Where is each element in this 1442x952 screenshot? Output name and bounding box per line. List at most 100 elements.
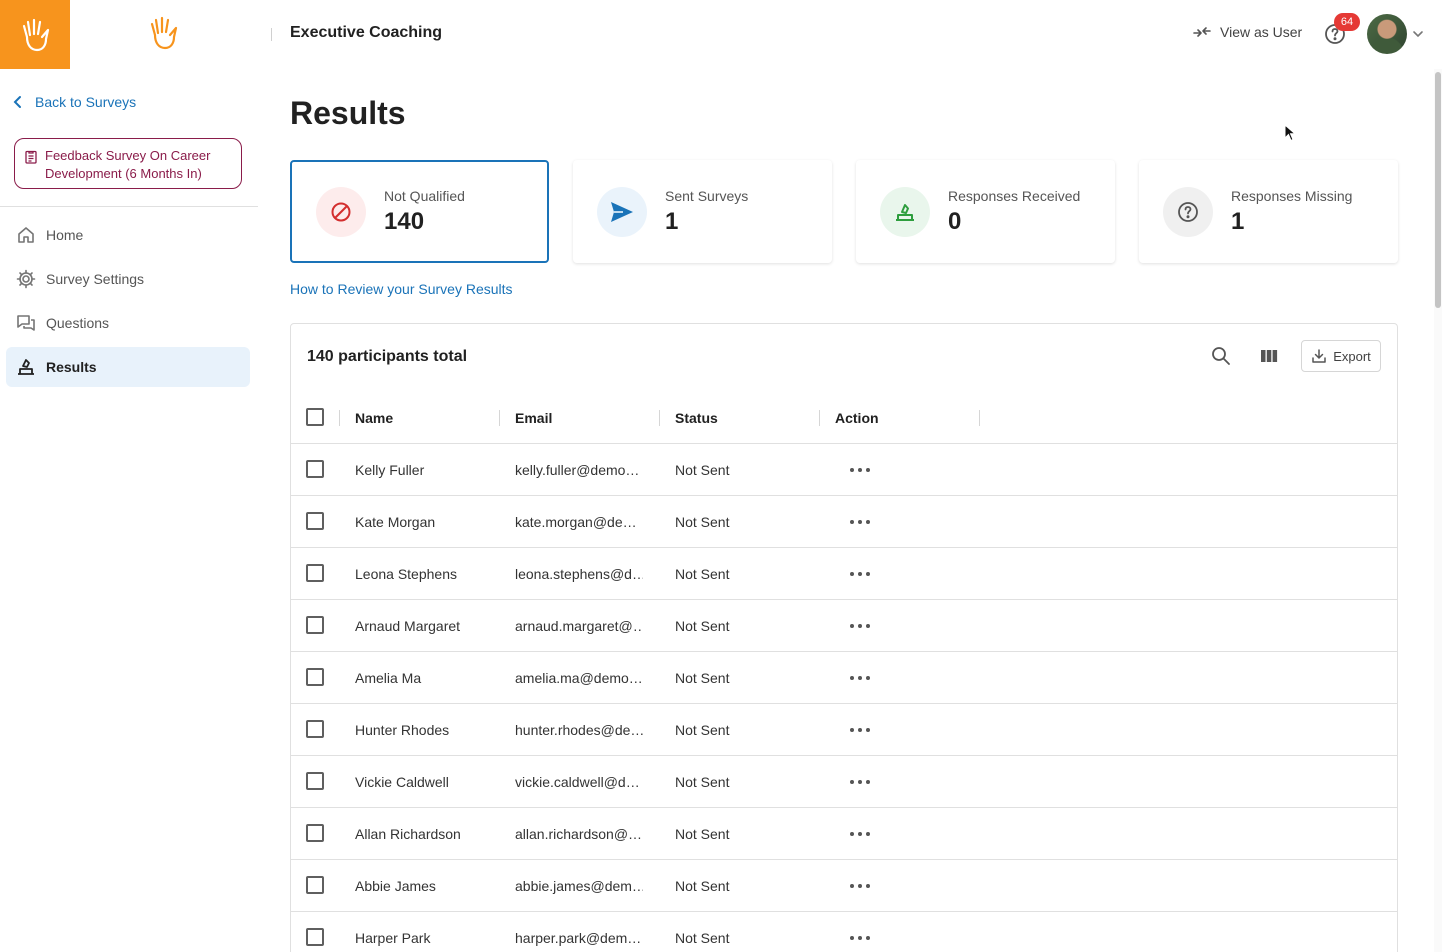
row-checkbox[interactable]	[306, 512, 324, 530]
header-divider	[271, 28, 272, 41]
column-header-status[interactable]: Status	[675, 392, 815, 444]
back-to-surveys-label: Back to Surveys	[35, 94, 137, 110]
column-header-action: Action	[835, 410, 879, 426]
participant-name: Arnaud Margaret	[355, 618, 461, 634]
app-title: Executive Coaching	[290, 24, 443, 41]
stat-icon-wrap	[1163, 186, 1213, 237]
sidebar-item-home[interactable]: Home	[6, 215, 250, 255]
participant-name: Hunter Rhodes	[355, 722, 450, 738]
brand-logo[interactable]	[146, 15, 180, 51]
table-row[interactable]: Leona Stephens leona.stephens@d… Not Sent	[291, 548, 1397, 600]
participant-email: hunter.rhodes@de…	[515, 722, 643, 738]
more-dots-icon	[850, 676, 854, 680]
participant-email: abbie.james@dem…	[515, 878, 643, 894]
sidebar-item-questions[interactable]: Questions	[6, 303, 250, 343]
row-actions-button[interactable]	[850, 931, 870, 945]
row-actions-button[interactable]	[850, 619, 870, 633]
sidebar-item-label: Survey Settings	[46, 271, 145, 287]
blocked-icon	[331, 202, 351, 221]
row-actions-button[interactable]	[850, 879, 870, 893]
user-menu-button[interactable]	[1411, 27, 1425, 41]
sidebar-divider	[0, 206, 258, 207]
participant-name: Kelly Fuller	[355, 462, 425, 478]
survey-name-pill[interactable]: Feedback Survey On Career Development (6…	[14, 138, 242, 189]
more-dots-icon	[866, 936, 870, 940]
sidebar-item-results[interactable]: Results	[6, 347, 250, 387]
row-checkbox[interactable]	[306, 928, 324, 946]
table-row[interactable]: Abbie James abbie.james@dem… Not Sent	[291, 860, 1397, 912]
participant-name: Kate Morgan	[355, 514, 436, 530]
table-row[interactable]: Kate Morgan kate.morgan@de… Not Sent	[291, 496, 1397, 548]
stat-icon-wrap	[880, 186, 930, 237]
table-row[interactable]: Kelly Fuller kelly.fuller@demo… Not Sent	[291, 444, 1397, 496]
stat-card-not-qualified[interactable]: Not Qualified 140	[290, 160, 549, 263]
switch-arrows-icon	[1193, 27, 1211, 37]
page-title: Results	[290, 95, 406, 131]
participant-name: Allan Richardson	[355, 826, 461, 842]
participant-email: kelly.fuller@demo…	[515, 462, 640, 478]
participant-status: Not Sent	[675, 878, 730, 894]
sidebar-item-label: Home	[46, 227, 84, 243]
search-icon	[1212, 347, 1230, 365]
review-results-link[interactable]: How to Review your Survey Results	[290, 281, 513, 297]
table-search-button[interactable]	[1211, 346, 1231, 366]
page-scrollbar-thumb[interactable]	[1435, 72, 1441, 308]
brand-tile[interactable]	[0, 0, 70, 69]
chevron-left-icon	[13, 96, 21, 108]
received-icon	[896, 203, 914, 221]
more-dots-icon	[858, 936, 862, 940]
row-checkbox[interactable]	[306, 772, 324, 790]
participant-status: Not Sent	[675, 514, 730, 530]
row-actions-button[interactable]	[850, 567, 870, 581]
stat-card-responses-missing[interactable]: Responses Missing 1	[1139, 160, 1398, 263]
survey-document-icon	[25, 150, 37, 164]
row-actions-button[interactable]	[850, 827, 870, 841]
chevron-down-icon	[1413, 31, 1423, 38]
more-dots-icon	[850, 832, 854, 836]
row-actions-button[interactable]	[850, 775, 870, 789]
participant-status: Not Sent	[675, 566, 730, 582]
hand-logo-icon	[150, 16, 178, 50]
table-row[interactable]: Arnaud Margaret arnaud.margaret@… Not Sent	[291, 600, 1397, 652]
participant-email: vickie.caldwell@d…	[515, 774, 640, 790]
row-actions-button[interactable]	[850, 723, 870, 737]
row-checkbox[interactable]	[306, 876, 324, 894]
table-row[interactable]: Vickie Caldwell vickie.caldwell@d… Not Sen…	[291, 756, 1397, 808]
download-icon	[1312, 349, 1326, 363]
export-button[interactable]: Export	[1301, 340, 1381, 372]
row-checkbox[interactable]	[306, 616, 324, 634]
table-header: Name Email Status Action	[291, 392, 1397, 444]
row-checkbox[interactable]	[306, 720, 324, 738]
row-checkbox[interactable]	[306, 564, 324, 582]
row-actions-button[interactable]	[850, 463, 870, 477]
table-row[interactable]: Allan Richardson allan.richardson@… Not Se…	[291, 808, 1397, 860]
more-dots-icon	[858, 780, 862, 784]
row-checkbox[interactable]	[306, 824, 324, 842]
column-picker-button[interactable]	[1259, 346, 1279, 366]
more-dots-icon	[850, 780, 854, 784]
column-header-name[interactable]: Name	[355, 392, 495, 444]
table-row[interactable]: Harper Park harper.park@dem… Not Sent	[291, 912, 1397, 952]
participant-status: Not Sent	[675, 670, 730, 686]
select-all-checkbox[interactable]	[306, 408, 324, 426]
column-header-email[interactable]: Email	[515, 392, 643, 444]
table-row[interactable]: Hunter Rhodes hunter.rhodes@de… Not Sent	[291, 704, 1397, 756]
participant-email: arnaud.margaret@…	[515, 618, 643, 634]
table-row[interactable]: Amelia Ma amelia.ma@demo… Not Sent	[291, 652, 1397, 704]
columns-icon	[1261, 350, 1278, 362]
sidebar-item-label: Results	[46, 359, 97, 375]
view-as-user-button[interactable]: View as User	[1193, 24, 1302, 40]
row-checkbox[interactable]	[306, 460, 324, 478]
back-to-surveys-link[interactable]: Back to Surveys	[13, 94, 136, 110]
column-divider	[659, 410, 660, 426]
participants-total: 140 participants total	[307, 348, 468, 365]
row-actions-button[interactable]	[850, 515, 870, 529]
column-divider	[979, 410, 980, 426]
sidebar-item-survey-settings[interactable]: Survey Settings	[6, 259, 250, 299]
more-dots-icon	[866, 624, 870, 628]
stat-card-sent-surveys[interactable]: Sent Surveys 1	[573, 160, 832, 263]
avatar[interactable]	[1367, 14, 1407, 54]
row-checkbox[interactable]	[306, 668, 324, 686]
row-actions-button[interactable]	[850, 671, 870, 685]
stat-card-responses-received[interactable]: Responses Received 0	[856, 160, 1115, 263]
